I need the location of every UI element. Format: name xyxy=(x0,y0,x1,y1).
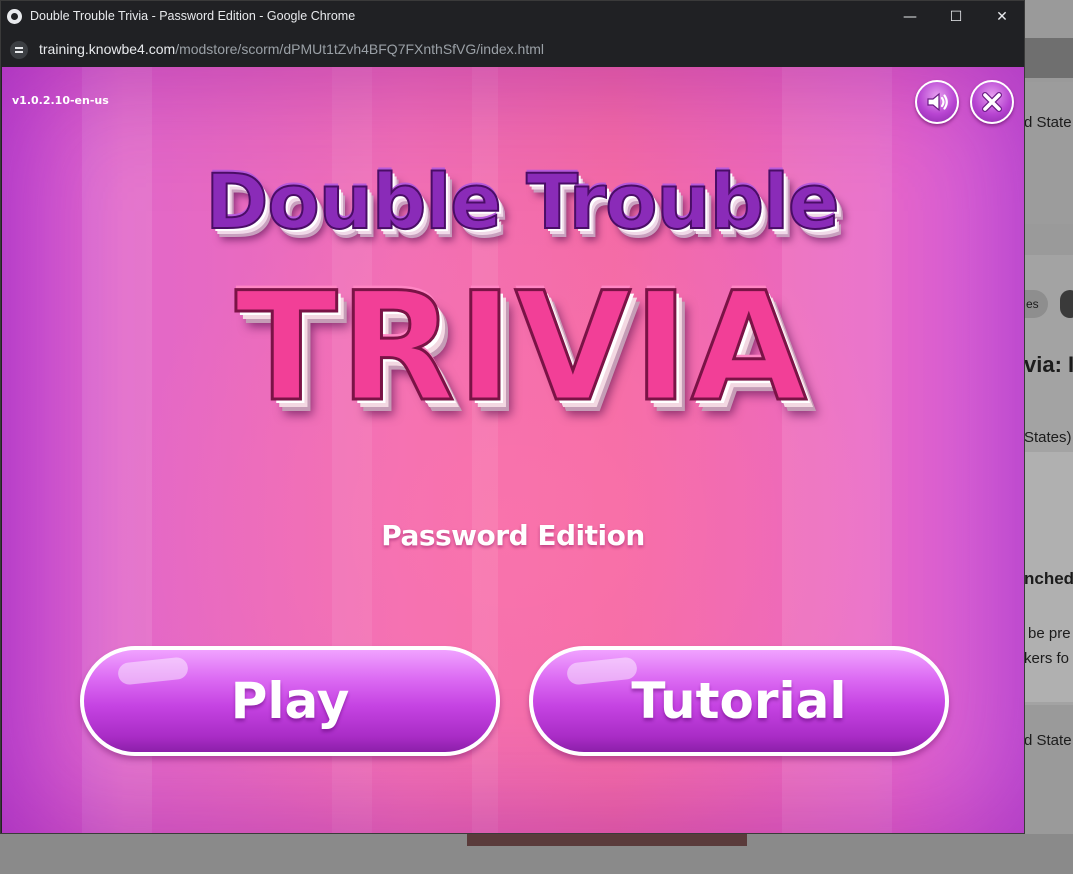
background-text: kers fo xyxy=(1024,650,1070,667)
sound-toggle-button[interactable] xyxy=(915,80,959,124)
close-icon xyxy=(982,92,1002,112)
title-bar: Double Trouble Trivia - Password Edition… xyxy=(1,1,1024,33)
background-text: d State xyxy=(1024,114,1072,131)
close-game-button[interactable] xyxy=(970,80,1014,124)
url-host: training.knowbe4.com xyxy=(39,41,176,57)
url-text[interactable]: training.knowbe4.com/modstore/scorm/dPMU… xyxy=(39,41,544,57)
background-text: d State xyxy=(1024,732,1072,749)
window-title: Double Trouble Trivia - Password Edition… xyxy=(30,9,356,23)
background-text: States) xyxy=(1024,429,1072,446)
background-text: nched xyxy=(1024,569,1073,588)
close-window-button[interactable]: ✕ xyxy=(979,1,1025,33)
background-toolbar xyxy=(1024,38,1073,78)
background-text: be pre xyxy=(1028,625,1071,642)
background-text: via: I xyxy=(1024,352,1073,377)
version-label: v1.0.2.10-en-us xyxy=(12,94,109,107)
game-logo: Double Trouble TRIVIA xyxy=(162,151,882,471)
background-image xyxy=(467,834,747,846)
edition-subtitle: Password Edition xyxy=(381,519,645,552)
browser-window: Double Trouble Trivia - Password Edition… xyxy=(0,0,1025,834)
site-settings-icon[interactable] xyxy=(10,41,28,59)
minimize-button[interactable]: — xyxy=(887,1,933,33)
url-path: /modstore/scorm/dPMUt1tZvh4BFQ7FXnthSfVG… xyxy=(175,41,544,57)
address-bar[interactable]: training.knowbe4.com/modstore/scorm/dPMU… xyxy=(1,33,1024,67)
logo-line-2: TRIVIA xyxy=(234,260,809,437)
background-text: es xyxy=(1026,297,1039,311)
chrome-icon xyxy=(7,9,22,24)
background-card xyxy=(1024,82,1073,224)
background-pill xyxy=(1060,290,1073,318)
maximize-button[interactable]: ☐ xyxy=(933,1,979,33)
speaker-icon xyxy=(927,92,948,112)
logo-line-1: Double Trouble xyxy=(204,156,840,247)
tutorial-button[interactable]: Tutorial xyxy=(529,646,949,756)
play-button[interactable]: Play xyxy=(80,646,500,756)
game-canvas: v1.0.2.10-en-us Double Trouble TRIVIA Pa… xyxy=(2,67,1024,833)
